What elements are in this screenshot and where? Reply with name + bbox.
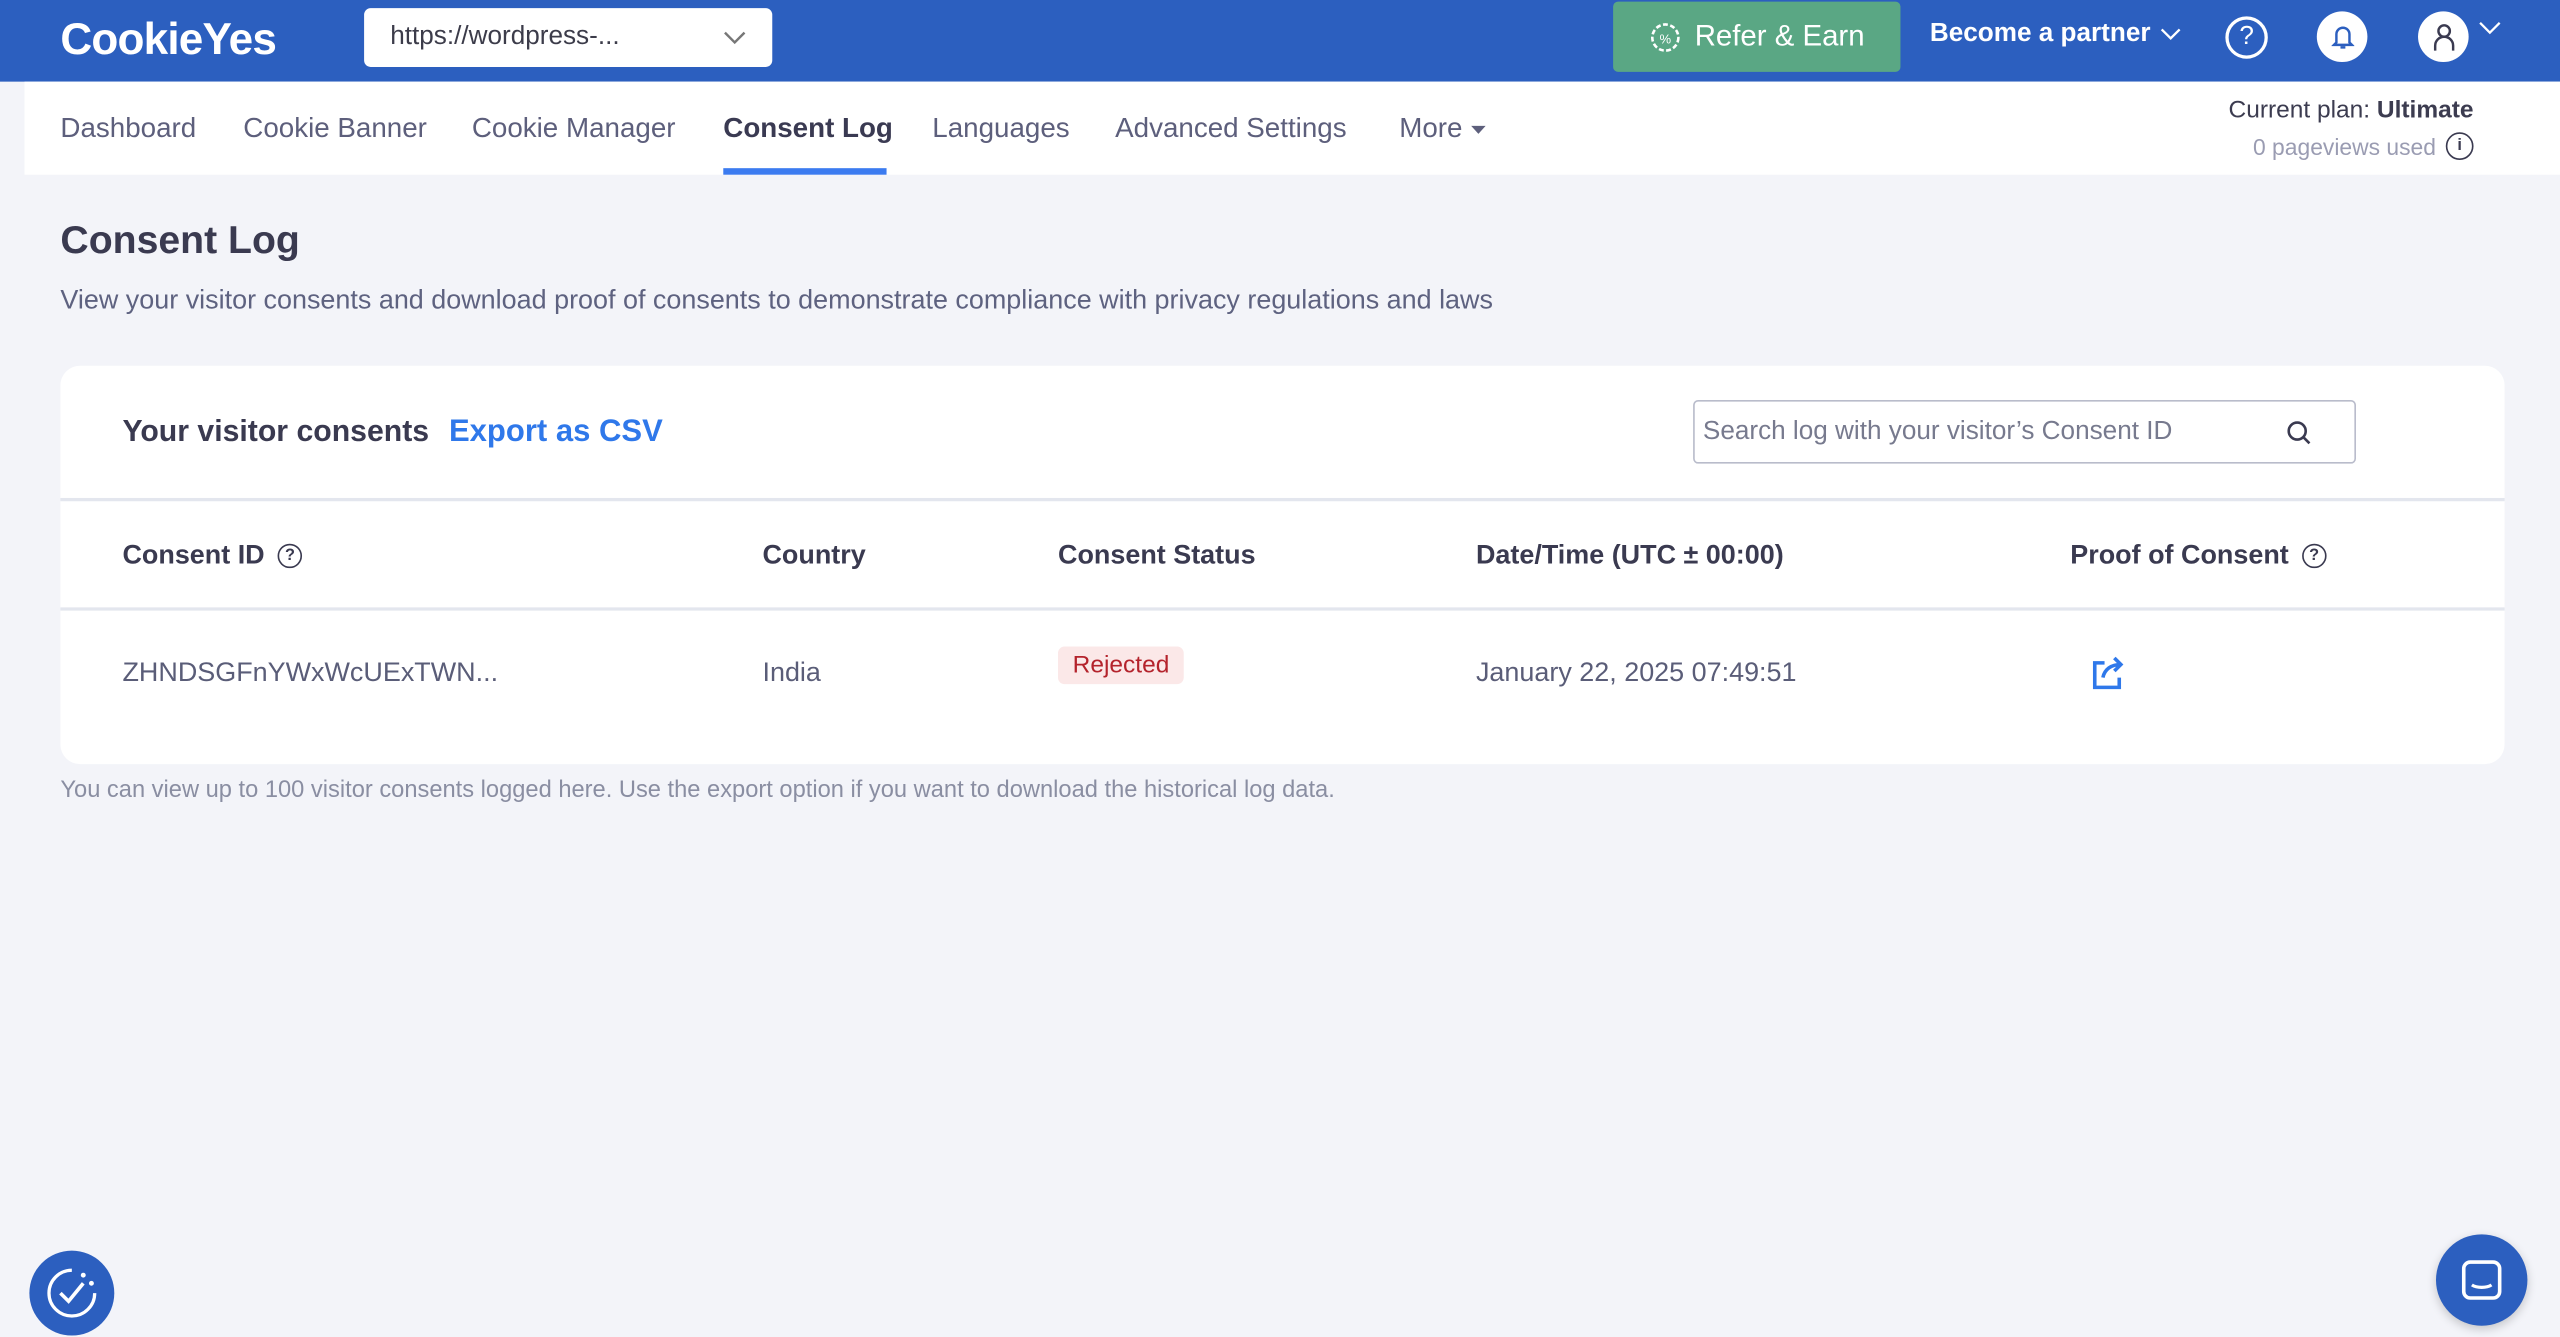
- info-icon[interactable]: i: [2445, 132, 2474, 161]
- tab-more-label: More: [1399, 112, 1463, 144]
- divider: [60, 607, 2505, 611]
- tab-advanced-settings[interactable]: Advanced Settings: [1115, 113, 1346, 146]
- cookie-check-icon: [47, 1268, 97, 1318]
- card-title: Your visitor consents: [122, 413, 430, 448]
- become-partner-menu[interactable]: Become a partner: [1930, 20, 2182, 49]
- country-cell: India: [762, 657, 821, 688]
- export-csv-link[interactable]: Export as CSV: [449, 415, 663, 451]
- consent-log-card: Your visitor consents Export as CSV Sear…: [60, 365, 2505, 765]
- tab-languages[interactable]: Languages: [932, 113, 1069, 146]
- chat-icon: [2461, 1260, 2502, 1300]
- search-placeholder: Search log with your visitor’s Consent I…: [1702, 417, 2173, 445]
- current-plan: Current plan: Ultimate: [2229, 96, 2474, 124]
- tab-dashboard[interactable]: Dashboard: [60, 113, 196, 146]
- site-select-value: https://wordpress-...: [390, 22, 620, 51]
- become-partner-label: Become a partner: [1929, 19, 2151, 48]
- column-header-proof: Proof of Consent?: [2070, 540, 2327, 571]
- notifications-button[interactable]: [2316, 11, 2368, 63]
- nav-bar: Dashboard Cookie Banner Cookie Manager C…: [24, 81, 2560, 175]
- active-tab-indicator: [723, 168, 887, 175]
- top-bar: CookieYes https://wordpress-... % Refer …: [0, 0, 2560, 82]
- caret-down-icon: [1470, 124, 1486, 134]
- consent-id-cell: ZHNDSGFnYWxWcUExTWN...: [122, 657, 499, 688]
- column-label: Consent ID: [122, 540, 265, 570]
- tab-consent-log[interactable]: Consent Log: [723, 113, 893, 146]
- open-proof-icon[interactable]: [2090, 655, 2126, 691]
- column-header-country: Country: [762, 540, 866, 570]
- help-icon[interactable]: ?: [2225, 16, 2268, 59]
- site-select[interactable]: https://wordpress-...: [364, 8, 773, 67]
- column-header-consent-status: Consent Status: [1057, 540, 1256, 570]
- pageviews-used: 0 pageviews used i: [2252, 132, 2474, 161]
- help-icon[interactable]: ?: [277, 543, 303, 569]
- tab-cookie-banner[interactable]: Cookie Banner: [243, 113, 427, 146]
- plan-label: Current plan:: [2228, 96, 2371, 125]
- chevron-down-icon[interactable]: [2478, 21, 2501, 36]
- chevron-down-icon: [724, 30, 746, 44]
- page-title: Consent Log: [60, 218, 300, 263]
- tab-more[interactable]: More: [1399, 112, 1486, 146]
- column-header-datetime: Date/Time (UTC ± 00:00): [1475, 540, 1784, 570]
- datetime-cell: January 22, 2025 07:49:51: [1475, 657, 1797, 688]
- plan-value: Ultimate: [2376, 96, 2474, 125]
- pageviews-label: 0 pageviews used: [2252, 133, 2436, 160]
- tab-cookie-manager[interactable]: Cookie Manager: [472, 113, 676, 146]
- column-header-consent-id: Consent ID?: [122, 540, 303, 571]
- refer-earn-button[interactable]: % Refer & Earn: [1613, 1, 1901, 72]
- svg-text:%: %: [1659, 30, 1671, 45]
- user-icon: [2433, 23, 2454, 50]
- consent-widget-button[interactable]: [29, 1250, 115, 1336]
- avatar[interactable]: [2418, 11, 2469, 63]
- divider: [60, 497, 2505, 502]
- discount-badge-icon: %: [1650, 22, 1680, 52]
- status-badge: Rejected: [1057, 646, 1185, 685]
- chevron-down-icon: [2161, 28, 2181, 40]
- bell-icon: [2330, 25, 2354, 48]
- search-input[interactable]: Search log with your visitor’s Consent I…: [1693, 400, 2356, 464]
- help-icon[interactable]: ?: [2301, 543, 2327, 569]
- refer-earn-label: Refer & Earn: [1694, 19, 1865, 53]
- search-icon[interactable]: [2286, 419, 2312, 445]
- chat-button[interactable]: [2435, 1234, 2528, 1326]
- logo[interactable]: CookieYes: [60, 15, 276, 66]
- column-label: Proof of Consent: [2070, 540, 2289, 570]
- page-description: View your visitor consents and download …: [60, 285, 1493, 316]
- footer-note: You can view up to 100 visitor consents …: [60, 777, 1335, 804]
